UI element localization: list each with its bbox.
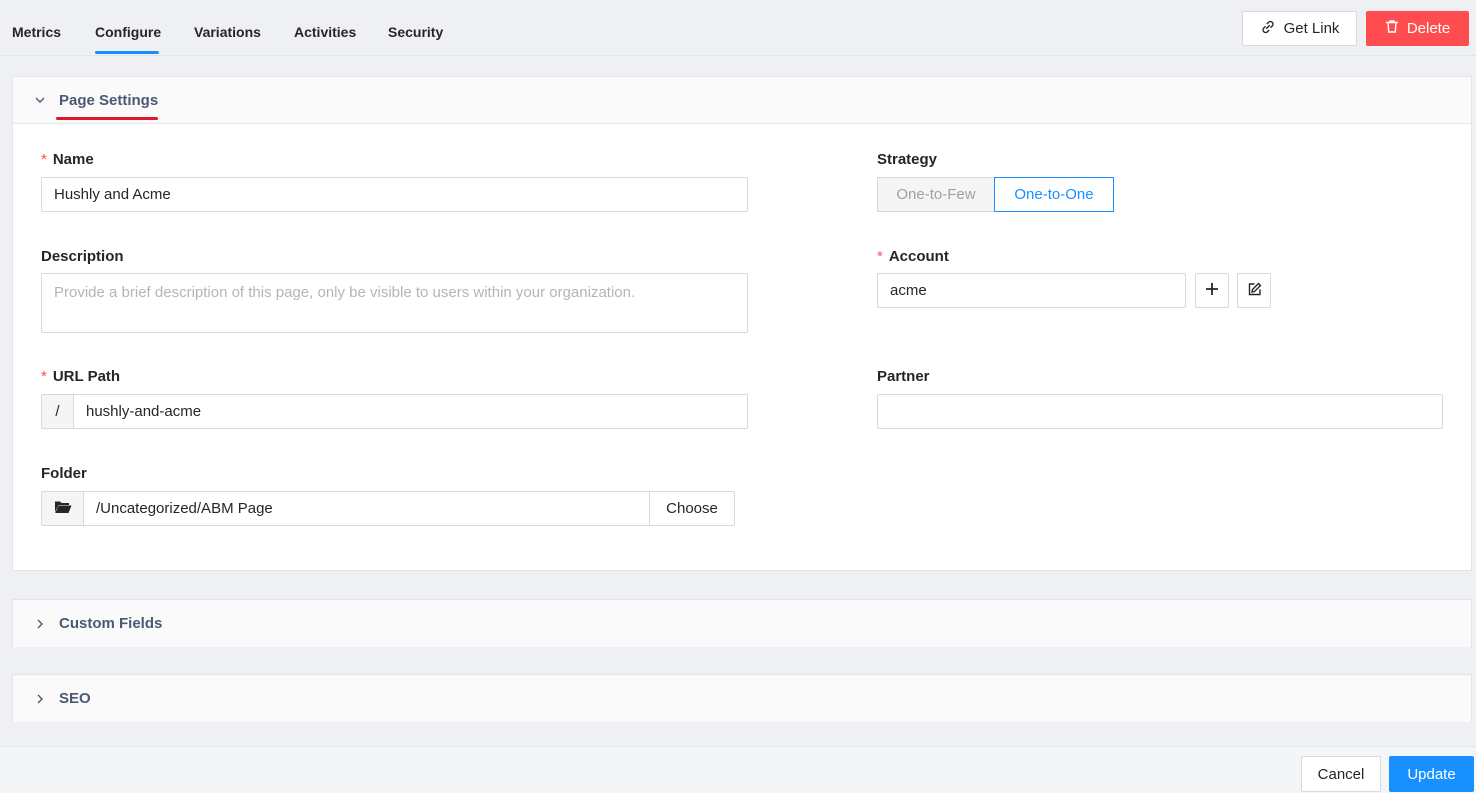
link-icon bbox=[1260, 19, 1276, 39]
edit-account-button[interactable] bbox=[1237, 273, 1271, 308]
delete-button[interactable]: Delete bbox=[1366, 11, 1469, 46]
folder-open-icon bbox=[54, 500, 72, 518]
choose-label: Choose bbox=[666, 500, 718, 517]
one-to-few-label: One-to-Few bbox=[896, 186, 976, 203]
description-placeholder: Provide a brief description of this page… bbox=[54, 284, 636, 301]
tab-security[interactable]: Security bbox=[388, 24, 443, 40]
get-link-label: Get Link bbox=[1283, 20, 1340, 37]
name-label-text: Name bbox=[52, 151, 94, 168]
url-path-prefix: / bbox=[41, 394, 74, 429]
custom-fields-title: Custom Fields bbox=[59, 615, 163, 632]
tab-variations[interactable]: Variations bbox=[194, 24, 261, 40]
url-path-label: * URL Path bbox=[41, 368, 120, 385]
cancel-button[interactable]: Cancel bbox=[1301, 756, 1381, 792]
tab-metrics[interactable]: Metrics bbox=[12, 24, 61, 40]
url-prefix-text: / bbox=[55, 403, 60, 420]
footer-bar bbox=[0, 746, 1476, 793]
plus-icon bbox=[1205, 282, 1219, 299]
folder-label: Folder bbox=[41, 465, 87, 482]
account-label: * Account bbox=[877, 248, 949, 265]
url-path-label-text: URL Path bbox=[52, 368, 121, 385]
description-label-text: Description bbox=[41, 248, 124, 265]
chevron-down-icon bbox=[33, 93, 47, 107]
custom-fields-header[interactable]: Custom Fields bbox=[13, 600, 1471, 647]
folder-icon-addon bbox=[41, 491, 84, 526]
tab-activities[interactable]: Activities bbox=[294, 24, 356, 40]
partner-label-text: Partner bbox=[877, 368, 930, 385]
url-path-value: hushly-and-acme bbox=[86, 403, 202, 420]
seo-panel: SEO bbox=[12, 674, 1472, 722]
custom-fields-panel: Custom Fields bbox=[12, 599, 1472, 647]
required-mark: * bbox=[41, 368, 47, 385]
account-label-text: Account bbox=[888, 248, 949, 265]
page-settings-title-text: Page Settings bbox=[59, 91, 159, 109]
delete-label: Delete bbox=[1406, 20, 1451, 37]
description-label: Description bbox=[41, 248, 124, 265]
chevron-right-icon bbox=[33, 692, 47, 706]
update-button[interactable]: Update bbox=[1389, 756, 1474, 792]
get-link-button[interactable]: Get Link bbox=[1242, 11, 1357, 46]
account-value: acme bbox=[890, 282, 927, 299]
strategy-label-text: Strategy bbox=[877, 151, 938, 168]
account-input[interactable]: acme bbox=[877, 273, 1186, 308]
highlight-underline bbox=[56, 116, 158, 120]
tab-configure[interactable]: Configure bbox=[95, 24, 161, 40]
strategy-option-one-to-one[interactable]: One-to-One bbox=[994, 177, 1114, 212]
trash-icon bbox=[1385, 19, 1399, 38]
edit-icon bbox=[1247, 282, 1262, 300]
folder-value: /Uncategorized/ABM Page bbox=[96, 500, 273, 517]
name-value: Hushly and Acme bbox=[54, 186, 171, 203]
folder-input[interactable]: /Uncategorized/ABM Page bbox=[83, 491, 650, 526]
folder-label-text: Folder bbox=[41, 465, 87, 482]
update-label: Update bbox=[1407, 765, 1456, 783]
chevron-right-icon bbox=[33, 617, 47, 631]
description-textarea[interactable]: Provide a brief description of this page… bbox=[41, 273, 748, 333]
name-label: * Name bbox=[41, 151, 94, 168]
choose-folder-button[interactable]: Choose bbox=[649, 491, 735, 526]
page-settings-title: Page Settings bbox=[56, 91, 159, 120]
strategy-option-one-to-few[interactable]: One-to-Few bbox=[877, 177, 995, 212]
strategy-label: Strategy bbox=[877, 151, 937, 168]
name-input[interactable]: Hushly and Acme bbox=[41, 177, 748, 212]
one-to-one-label: One-to-One bbox=[1014, 186, 1094, 203]
add-account-button[interactable] bbox=[1195, 273, 1229, 308]
page-settings-header[interactable]: Page Settings bbox=[13, 77, 1471, 124]
url-path-input[interactable]: hushly-and-acme bbox=[73, 394, 748, 429]
required-mark: * bbox=[877, 248, 883, 265]
cancel-label: Cancel bbox=[1317, 765, 1365, 783]
required-mark: * bbox=[41, 151, 47, 168]
partner-label: Partner bbox=[877, 368, 930, 385]
active-tab-indicator bbox=[95, 51, 159, 54]
partner-input[interactable] bbox=[877, 394, 1443, 429]
seo-header[interactable]: SEO bbox=[13, 675, 1471, 722]
seo-title: SEO bbox=[59, 690, 91, 707]
